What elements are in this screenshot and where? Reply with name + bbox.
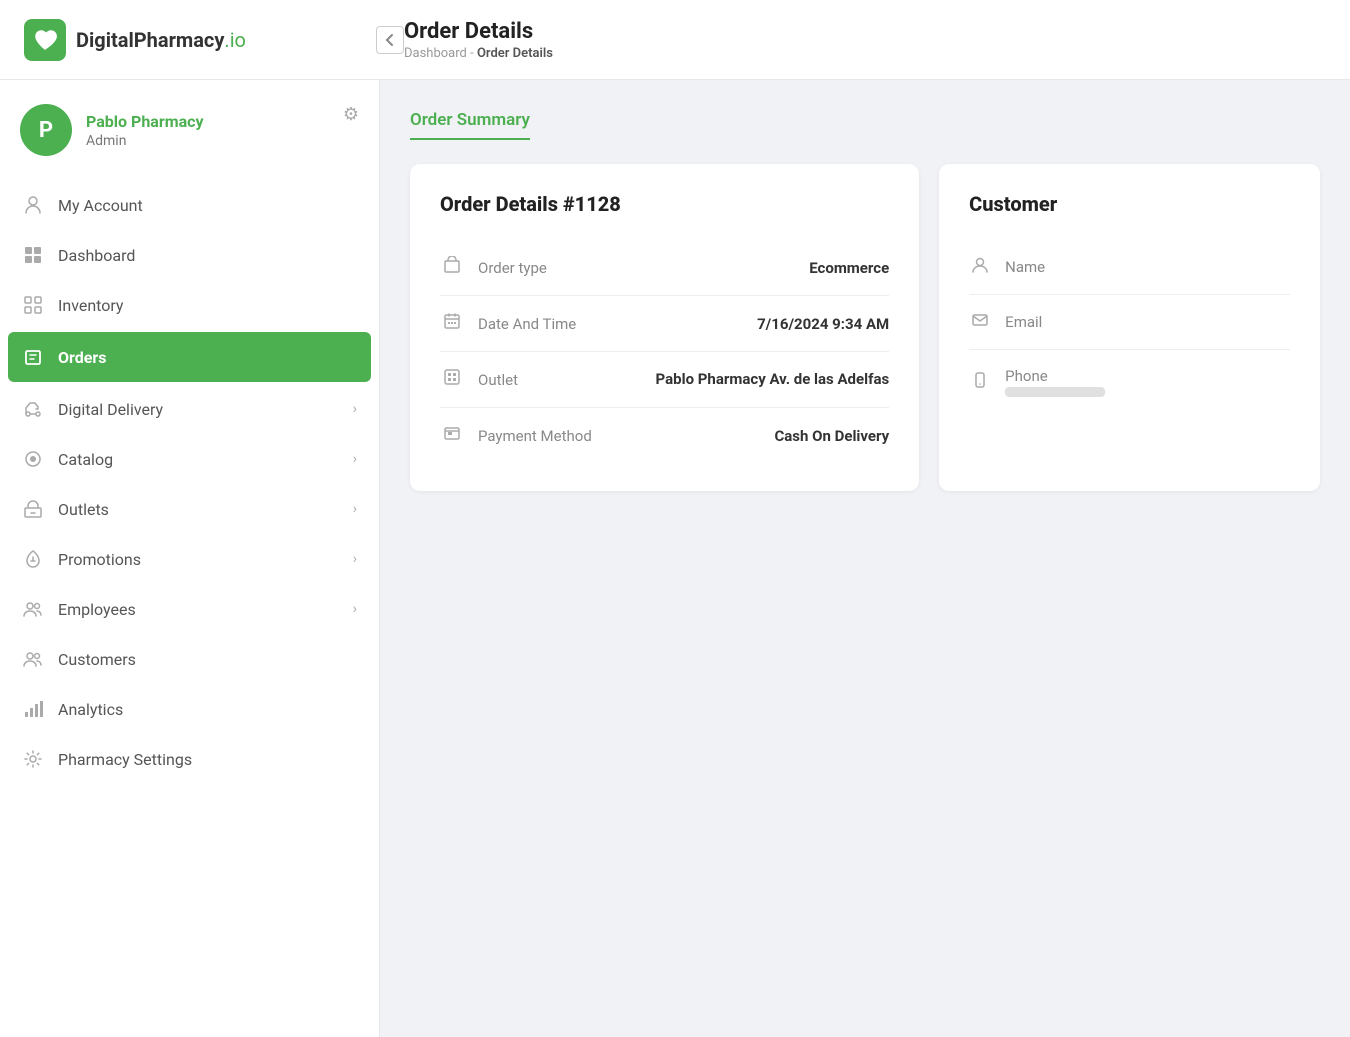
order-type-field: Order type Ecommerce	[440, 240, 889, 296]
order-type-label: Order type	[478, 259, 795, 277]
sidebar-item-customers[interactable]: Customers	[0, 634, 379, 684]
pharmacy-settings-label: Pharmacy Settings	[58, 750, 357, 769]
order-card-title: Order Details #1128	[440, 192, 889, 216]
breadcrumb: Dashboard - Order Details	[404, 46, 553, 61]
sidebar-item-dashboard[interactable]: Dashboard	[0, 230, 379, 280]
digital-delivery-chevron: ›	[353, 401, 357, 417]
logo-text: DigitalPharmacy.io	[76, 28, 246, 52]
date-time-label: Date And Time	[478, 315, 743, 333]
sidebar-item-analytics[interactable]: Analytics	[0, 684, 379, 734]
customer-name-icon	[969, 256, 991, 278]
promotions-label: Promotions	[58, 550, 339, 569]
tab-container: Order Summary	[410, 110, 1320, 140]
date-time-field: Date And Time 7/16/2024 9:34 AM	[440, 296, 889, 352]
dashboard-icon	[22, 244, 44, 266]
nav-menu: My Account Dashboard Inventory Orders	[0, 180, 379, 784]
main-layout: P Pablo Pharmacy Admin ⚙ My Account Dash…	[0, 80, 1350, 1037]
sidebar-item-digital-delivery[interactable]: Digital Delivery ›	[0, 384, 379, 434]
my-account-label: My Account	[58, 196, 357, 215]
order-details-card: Order Details #1128 Order type Ecommerce…	[410, 164, 919, 491]
payment-method-label: Payment Method	[478, 427, 760, 445]
customer-phone-field: Phone	[969, 350, 1290, 413]
content-area: Order Summary Order Details #1128 Order …	[380, 80, 1350, 1037]
employees-chevron: ›	[353, 601, 357, 617]
top-header: DigitalPharmacy.io Order Details Dashboa…	[0, 0, 1350, 80]
payment-method-value: Cash On Delivery	[774, 427, 889, 445]
sidebar-item-employees[interactable]: Employees ›	[0, 584, 379, 634]
customer-name-label: Name	[1005, 258, 1045, 276]
customer-email-label: Email	[1005, 313, 1042, 331]
customer-email-field: Email	[969, 295, 1290, 350]
catalog-chevron: ›	[353, 451, 357, 467]
cards-row: Order Details #1128 Order type Ecommerce…	[410, 164, 1320, 491]
pharmacy-settings-icon	[22, 748, 44, 770]
pharmacy-role: Admin	[86, 133, 204, 149]
analytics-icon	[22, 698, 44, 720]
inventory-icon	[22, 294, 44, 316]
customers-label: Customers	[58, 650, 357, 669]
sidebar-item-promotions[interactable]: Promotions ›	[0, 534, 379, 584]
inventory-label: Inventory	[58, 296, 357, 315]
sidebar-item-catalog[interactable]: Catalog ›	[0, 434, 379, 484]
customer-phone-icon	[969, 371, 991, 393]
date-time-icon	[440, 312, 464, 335]
tab-order-summary[interactable]: Order Summary	[410, 110, 530, 140]
collapse-button[interactable]	[376, 26, 404, 54]
sidebar-item-inventory[interactable]: Inventory	[0, 280, 379, 330]
page-title: Order Details	[404, 19, 553, 44]
customer-email-icon	[969, 311, 991, 333]
catalog-icon	[22, 448, 44, 470]
sidebar-item-pharmacy-settings[interactable]: Pharmacy Settings	[0, 734, 379, 784]
sidebar-item-my-account[interactable]: My Account	[0, 180, 379, 230]
date-time-value: 7/16/2024 9:34 AM	[757, 315, 889, 333]
outlets-icon	[22, 498, 44, 520]
promotions-chevron: ›	[353, 551, 357, 567]
settings-gear-icon[interactable]: ⚙	[343, 104, 359, 125]
customer-name-field: Name	[969, 240, 1290, 295]
outlet-field: Outlet Pablo Pharmacy Av. de las Adelfas	[440, 352, 889, 408]
sidebar-item-orders[interactable]: Orders	[8, 332, 371, 382]
payment-method-field: Payment Method Cash On Delivery	[440, 408, 889, 463]
sidebar-item-outlets[interactable]: Outlets ›	[0, 484, 379, 534]
logo-icon	[24, 19, 66, 61]
page-title-area: Order Details Dashboard - Order Details	[404, 19, 553, 61]
digital-delivery-icon	[22, 398, 44, 420]
my-account-icon	[22, 194, 44, 216]
outlet-icon	[440, 368, 464, 391]
outlets-label: Outlets	[58, 500, 339, 519]
pharmacy-profile: P Pablo Pharmacy Admin ⚙	[0, 80, 379, 180]
customer-card: Customer Name Email	[939, 164, 1320, 491]
promotions-icon	[22, 548, 44, 570]
outlet-value: Pablo Pharmacy Av. de las Adelfas	[656, 369, 890, 390]
dashboard-label: Dashboard	[58, 246, 357, 265]
customers-icon	[22, 648, 44, 670]
employees-label: Employees	[58, 600, 339, 619]
pharmacy-info: Pablo Pharmacy Admin	[86, 112, 204, 149]
customer-card-title: Customer	[969, 192, 1290, 216]
logo-area: DigitalPharmacy.io	[24, 19, 404, 61]
outlet-label: Outlet	[478, 371, 642, 389]
customer-phone-content: Phone	[1005, 366, 1105, 397]
pharmacy-name: Pablo Pharmacy	[86, 112, 204, 131]
payment-method-icon	[440, 424, 464, 447]
pharmacy-avatar: P	[20, 104, 72, 156]
customer-phone-label: Phone	[1005, 367, 1048, 385]
outlets-chevron: ›	[353, 501, 357, 517]
analytics-label: Analytics	[58, 700, 357, 719]
digital-delivery-label: Digital Delivery	[58, 400, 339, 419]
employees-icon	[22, 598, 44, 620]
order-type-icon	[440, 256, 464, 279]
catalog-label: Catalog	[58, 450, 339, 469]
orders-label: Orders	[58, 348, 357, 367]
phone-placeholder-bar	[1005, 387, 1105, 397]
sidebar: P Pablo Pharmacy Admin ⚙ My Account Dash…	[0, 80, 380, 1037]
orders-icon	[22, 346, 44, 368]
order-type-value: Ecommerce	[809, 259, 889, 277]
